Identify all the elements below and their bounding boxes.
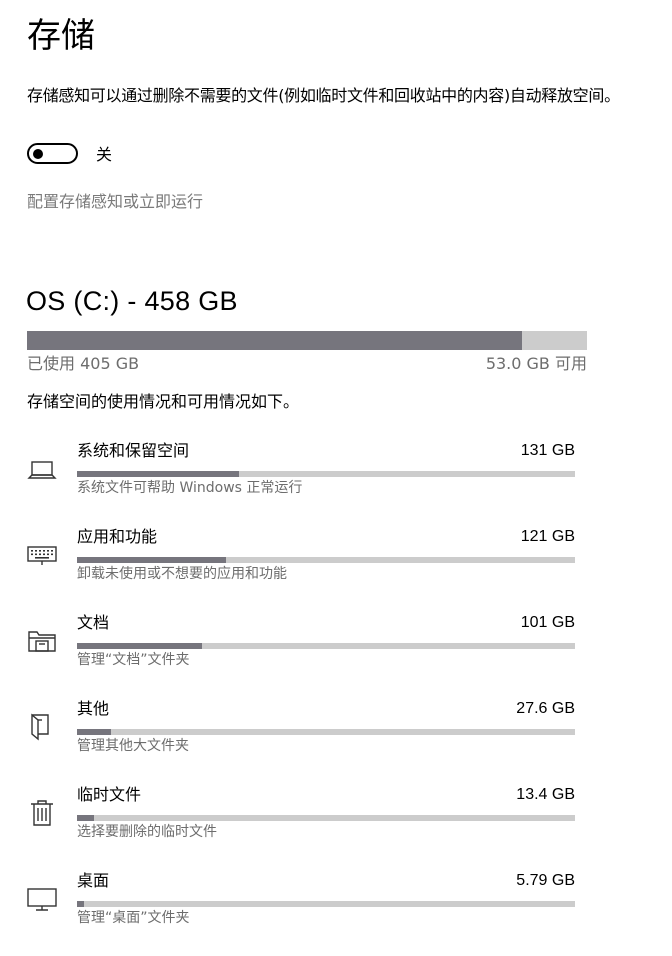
drive-free-label: 53.0 GB 可用 <box>485 354 587 373</box>
category-name: 系统和保留空间 <box>77 441 190 460</box>
category-system-reserved[interactable]: 系统和保留空间 131 GB 系统文件可帮助 Windows 正常运行 <box>0 440 672 526</box>
configure-storage-sense-link[interactable]: 配置存储感知或立即运行 <box>27 190 203 214</box>
category-name: 桌面 <box>77 871 110 890</box>
keyboard-icon <box>26 538 58 570</box>
category-description: 系统文件可帮助 Windows 正常运行 <box>77 480 303 496</box>
laptop-icon <box>26 452 58 484</box>
usage-description: 存储空间的使用情况和可用情况如下。 <box>27 392 300 411</box>
category-description: 管理“桌面”文件夹 <box>77 910 190 926</box>
category-name: 临时文件 <box>77 785 142 804</box>
category-usage-bar-fill <box>77 557 227 563</box>
category-description: 选择要删除的临时文件 <box>77 824 217 840</box>
category-size: 121 GB <box>520 528 575 545</box>
other-folder-icon <box>26 710 58 742</box>
storage-sense-description: 存储感知可以通过删除不需要的文件(例如临时文件和回收站中的内容)自动释放空间。 <box>27 86 620 105</box>
category-desktop[interactable]: 桌面 5.79 GB 管理“桌面”文件夹 <box>0 870 672 956</box>
toggle-knob <box>33 148 43 159</box>
category-size: 5.79 GB <box>516 872 575 889</box>
category-usage-bar <box>77 901 575 907</box>
drive-usage-bar <box>27 331 587 350</box>
category-description: 管理其他大文件夹 <box>77 738 189 754</box>
category-usage-bar-fill <box>77 729 111 735</box>
category-description: 卸载未使用或不想要的应用和功能 <box>77 566 287 582</box>
page-title: 存储 <box>27 16 95 56</box>
category-size: 101 GB <box>520 614 575 631</box>
drive-usage-bar-fill <box>27 331 523 350</box>
category-usage-bar <box>77 729 575 735</box>
category-name: 应用和功能 <box>77 527 158 546</box>
documents-folder-icon <box>26 624 58 656</box>
category-size: 131 GB <box>520 442 575 459</box>
category-other[interactable]: 其他 27.6 GB 管理其他大文件夹 <box>0 698 672 784</box>
category-usage-bar-fill <box>77 815 94 821</box>
storage-sense-toggle[interactable] <box>27 143 78 164</box>
category-usage-bar-fill <box>77 471 239 477</box>
trash-icon <box>26 796 58 828</box>
category-usage-bar <box>77 557 575 563</box>
drive-title: OS (C:) - 458 GB <box>26 286 238 316</box>
category-temp-files[interactable]: 临时文件 13.4 GB 选择要删除的临时文件 <box>0 784 672 870</box>
category-name: 其他 <box>77 699 110 718</box>
category-apps-features[interactable]: 应用和功能 121 GB 卸载未使用或不想要的应用和功能 <box>0 526 672 612</box>
category-usage-bar-fill <box>77 901 84 907</box>
category-description: 管理“文档”文件夹 <box>77 652 190 668</box>
category-name: 文档 <box>77 613 110 632</box>
category-usage-bar-fill <box>77 643 202 649</box>
category-size: 27.6 GB <box>516 700 575 717</box>
category-size: 13.4 GB <box>516 786 575 803</box>
category-usage-bar <box>77 643 575 649</box>
drive-used-label: 已使用 405 GB <box>27 354 140 373</box>
storage-sense-toggle-label: 关 <box>96 145 113 164</box>
monitor-icon <box>26 882 58 914</box>
category-usage-bar <box>77 815 575 821</box>
category-usage-bar <box>77 471 575 477</box>
category-documents[interactable]: 文档 101 GB 管理“文档”文件夹 <box>0 612 672 698</box>
